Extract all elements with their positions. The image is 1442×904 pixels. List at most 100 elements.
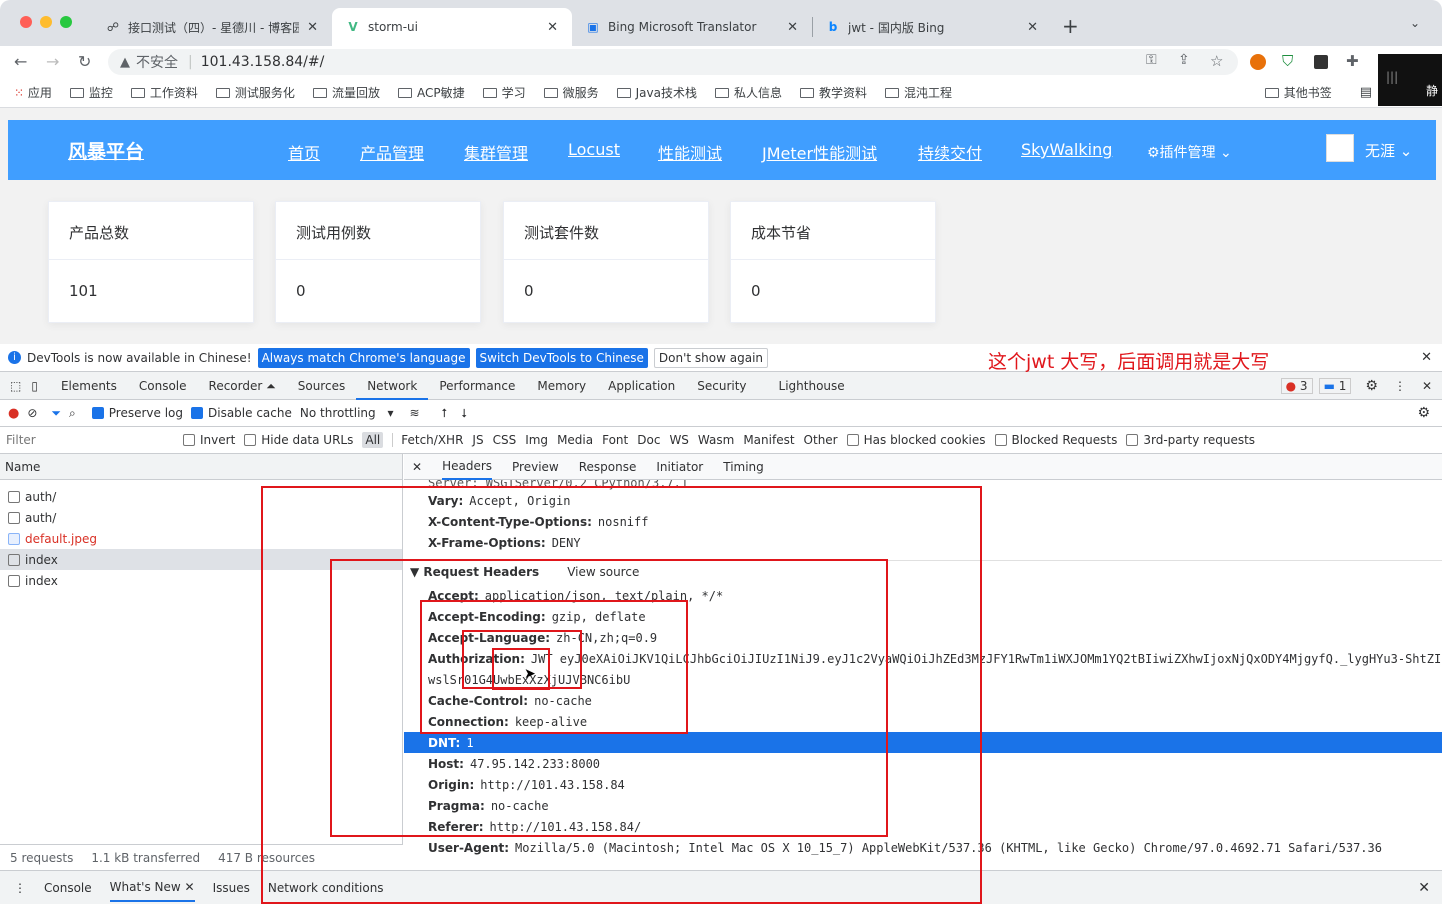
nav-cluster[interactable]: 集群管理 <box>464 140 528 164</box>
close-icon[interactable]: ✕ <box>1421 350 1432 365</box>
dont-show-button[interactable]: Don't show again <box>653 347 769 368</box>
inspect-icon[interactable]: ⬚ <box>0 379 27 393</box>
import-har-icon[interactable]: ⭡ <box>442 406 448 421</box>
export-har-icon[interactable]: ⭣ <box>461 406 467 421</box>
type-font[interactable]: Font <box>602 433 628 447</box>
tab-performance[interactable]: Performance <box>428 372 526 400</box>
settings-gear-icon[interactable]: ⚙ <box>1365 378 1378 394</box>
tab-timing[interactable]: Timing <box>723 460 764 474</box>
browser-tab-bing[interactable]: b jwt - 国内版 Bing ✕ <box>812 8 1052 46</box>
tab-recorder[interactable]: Recorder ⏶ <box>198 372 287 400</box>
tab-application[interactable]: Application <box>597 372 686 400</box>
nav-locust[interactable]: Locust <box>568 140 620 159</box>
tab-security[interactable]: Security <box>686 372 757 400</box>
type-js[interactable]: JS <box>472 433 483 447</box>
plugin-menu[interactable]: ⚙插件管理 ⌄ <box>1147 142 1232 162</box>
name-column-header[interactable]: Name <box>0 454 402 480</box>
blocked-cookies-checkbox[interactable]: Has blocked cookies <box>846 433 986 447</box>
close-devtools-icon[interactable]: ✕ <box>1422 379 1432 393</box>
type-wasm[interactable]: Wasm <box>698 433 734 447</box>
type-img[interactable]: Img <box>525 433 548 447</box>
browser-tab-storm-ui[interactable]: V storm-ui ✕ <box>332 8 572 46</box>
network-settings-icon[interactable]: ⚙ <box>1417 405 1430 421</box>
browser-tab-translator[interactable]: ▣ Bing Microsoft Translator ✕ <box>572 8 812 46</box>
close-tab-icon[interactable]: ✕ <box>547 20 558 35</box>
device-toggle-icon[interactable]: ▯ <box>27 379 50 393</box>
url-text[interactable]: 101.43.158.84/#/ <box>201 54 325 70</box>
close-tab-icon[interactable]: ✕ <box>787 20 798 35</box>
avatar[interactable] <box>1326 134 1354 162</box>
nav-performance[interactable]: 性能测试 <box>658 140 722 164</box>
reading-list-icon[interactable]: ▤ <box>1360 85 1372 100</box>
disable-cache-checkbox[interactable]: Disable cache <box>191 406 292 420</box>
tab-lighthouse[interactable]: Lighthouse <box>768 372 856 400</box>
type-doc[interactable]: Doc <box>637 433 660 447</box>
throttling-select[interactable]: No throttling ▾ <box>300 406 394 420</box>
switch-chinese-button[interactable]: Switch DevTools to Chinese <box>475 347 648 368</box>
bookmark-folder[interactable]: 工作资料 <box>130 84 198 101</box>
bookmark-folder[interactable]: Java技术栈 <box>616 84 697 101</box>
browser-tab-cnblogs[interactable]: ☍ 接口测试（四）- 星德川 - 博客园 ✕ <box>92 8 332 46</box>
nav-home[interactable]: 首页 <box>288 140 320 164</box>
bookmark-folder[interactable]: 监控 <box>69 84 113 101</box>
type-xhr[interactable]: Fetch/XHR <box>392 433 463 447</box>
close-tab-icon[interactable]: ✕ <box>1027 20 1038 35</box>
tab-initiator[interactable]: Initiator <box>656 460 703 474</box>
bookmark-folder[interactable]: ACP敏捷 <box>397 84 465 101</box>
back-icon[interactable]: ← <box>14 52 27 71</box>
forward-icon[interactable]: → <box>46 52 59 71</box>
nav-jmeter[interactable]: JMeter性能测试 <box>762 140 877 164</box>
share-icon[interactable]: ⇪ <box>1178 52 1190 68</box>
bookmark-folder[interactable]: 混沌工程 <box>885 84 952 101</box>
close-tab-icon[interactable]: ✕ <box>307 20 318 35</box>
drawer-tab-whats-new[interactable]: What's New ✕ <box>109 874 195 902</box>
extension-avatar-icon[interactable] <box>1250 54 1266 70</box>
message-badge[interactable]: ▬ 1 <box>1318 377 1352 394</box>
drawer-tab-console[interactable]: Console <box>44 881 92 895</box>
search-icon[interactable]: ⌕ <box>69 406 76 421</box>
type-manifest[interactable]: Manifest <box>743 433 794 447</box>
bookmark-other[interactable]: 其他书签 <box>1264 84 1332 101</box>
invert-checkbox[interactable]: Invert <box>183 433 235 447</box>
close-tab-icon[interactable]: ✕ <box>185 880 195 894</box>
type-other[interactable]: Other <box>804 433 838 447</box>
filter-icon[interactable]: ⏷ <box>51 406 61 421</box>
record-icon[interactable]: ● <box>8 406 19 421</box>
type-ws[interactable]: WS <box>669 433 688 447</box>
bookmark-folder[interactable]: 私人信息 <box>714 84 782 101</box>
tab-console[interactable]: Console <box>128 372 198 400</box>
wifi-icon[interactable]: ≋ <box>410 406 420 420</box>
match-language-button[interactable]: Always match Chrome's language <box>257 347 470 368</box>
close-drawer-icon[interactable]: ✕ <box>1418 880 1430 896</box>
nav-cd[interactable]: 持续交付 <box>918 140 982 164</box>
blocked-requests-checkbox[interactable]: Blocked Requests <box>994 433 1117 447</box>
tab-memory[interactable]: Memory <box>526 372 597 400</box>
nav-products[interactable]: 产品管理 <box>360 140 424 164</box>
type-all[interactable]: All <box>362 432 384 448</box>
close-details-icon[interactable]: ✕ <box>412 460 422 474</box>
preserve-log-checkbox[interactable]: Preserve log <box>91 406 183 420</box>
drawer-menu-icon[interactable]: ⋮ <box>14 881 26 895</box>
clear-icon[interactable]: ⊘ <box>27 406 37 420</box>
filter-input[interactable]: Filter <box>6 433 174 447</box>
shield-extension-icon[interactable]: ⛉ <box>1282 52 1293 70</box>
drawer-tab-issues[interactable]: Issues <box>213 881 250 895</box>
tab-elements[interactable]: Elements <box>50 372 128 400</box>
puzzle-icon[interactable]: ✚ <box>1346 52 1359 70</box>
type-media[interactable]: Media <box>557 433 593 447</box>
star-icon[interactable]: ☆ <box>1210 52 1223 70</box>
nav-skywalking[interactable]: SkyWalking <box>1021 140 1112 159</box>
app-logo[interactable]: 风暴平台 <box>68 137 144 164</box>
zoom-window-button[interactable] <box>60 16 72 28</box>
bookmark-folder[interactable]: 学习 <box>482 84 526 101</box>
bookmark-folder[interactable]: 测试服务化 <box>215 84 295 101</box>
extension-x-icon[interactable] <box>1314 55 1328 69</box>
reload-icon[interactable]: ↻ <box>78 52 91 71</box>
third-party-checkbox[interactable]: 3rd-party requests <box>1126 433 1255 447</box>
bookmark-folder[interactable]: 教学资料 <box>799 84 867 101</box>
tab-preview[interactable]: Preview <box>512 460 559 474</box>
bookmark-apps[interactable]: ⁙ 应用 <box>14 84 52 101</box>
close-window-button[interactable] <box>20 16 32 28</box>
minimize-window-button[interactable] <box>40 16 52 28</box>
hide-data-urls-checkbox[interactable]: Hide data URLs <box>244 433 353 447</box>
